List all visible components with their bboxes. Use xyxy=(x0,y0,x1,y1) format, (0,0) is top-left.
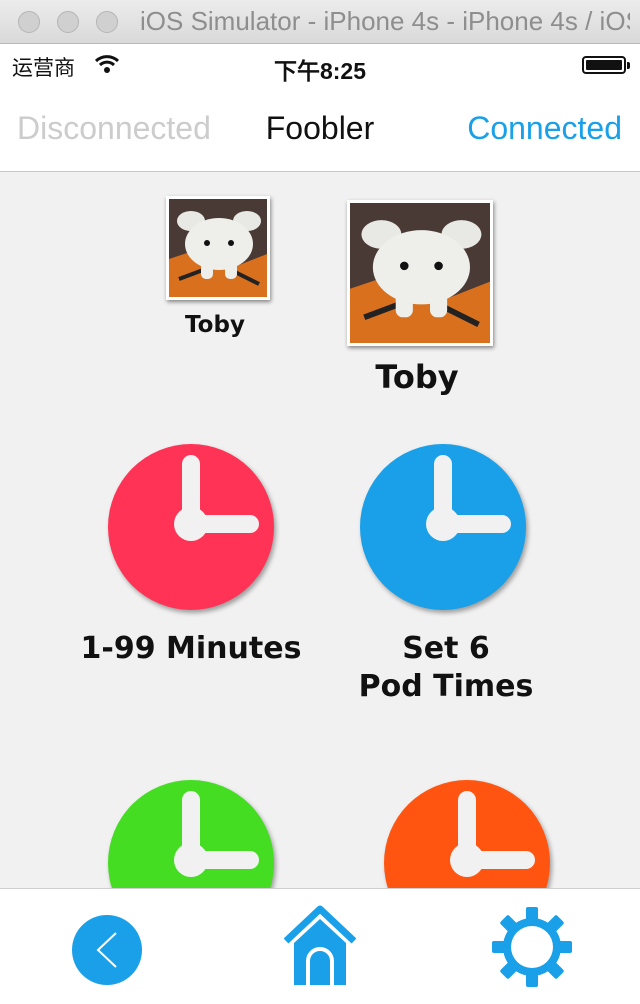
gear-icon xyxy=(492,907,572,987)
clock-icon xyxy=(174,455,259,541)
plush-toy-photo xyxy=(169,199,267,297)
back-chevron-icon xyxy=(72,915,142,985)
window-title-bar: iOS Simulator - iPhone 4s - iPhone 4s / … xyxy=(0,0,640,44)
bottom-toolbar xyxy=(0,888,640,1004)
home-button[interactable] xyxy=(283,905,357,991)
zoom-window-button[interactable] xyxy=(96,11,118,33)
status-bar: 运营商 下午8:25 xyxy=(0,44,640,86)
plush-toy-photo xyxy=(350,203,490,343)
timer-label-line-1: Set 6 xyxy=(402,631,490,666)
battery-icon xyxy=(582,56,630,74)
close-window-button[interactable] xyxy=(18,11,40,33)
clock-icon xyxy=(426,455,511,541)
minimize-window-button[interactable] xyxy=(57,11,79,33)
connected-button[interactable]: Connected xyxy=(467,110,622,147)
clock-icon xyxy=(450,791,535,877)
timer-set-6-pod-times-button[interactable] xyxy=(360,444,526,610)
pet-name-small: Toby xyxy=(185,312,245,338)
main-content: Toby Toby 1-99 Minutes Set 6 Pod Times xyxy=(0,172,640,888)
timer-label-line-2: Pod Times xyxy=(358,669,534,704)
timer-green-button[interactable] xyxy=(108,780,274,888)
timer-1-99-minutes-button[interactable] xyxy=(108,444,274,610)
pet-avatar-large[interactable] xyxy=(347,200,493,346)
timer-set-6-pod-times-label: Set 6 Pod Times xyxy=(340,630,552,706)
status-time: 下午8:25 xyxy=(273,58,367,84)
clock-icon xyxy=(174,791,259,877)
timer-1-99-minutes-label: 1-99 Minutes xyxy=(80,631,302,666)
pet-avatar-small[interactable] xyxy=(166,196,270,300)
pet-name-large: Toby xyxy=(375,358,459,396)
settings-button[interactable] xyxy=(492,907,572,991)
window-title: iOS Simulator - iPhone 4s - iPhone 4s / … xyxy=(140,6,630,36)
timer-orange-button[interactable] xyxy=(384,780,550,888)
back-button[interactable] xyxy=(72,915,142,989)
house-icon xyxy=(283,905,357,985)
navigation-bar: Disconnected Foobler Connected xyxy=(0,86,640,172)
